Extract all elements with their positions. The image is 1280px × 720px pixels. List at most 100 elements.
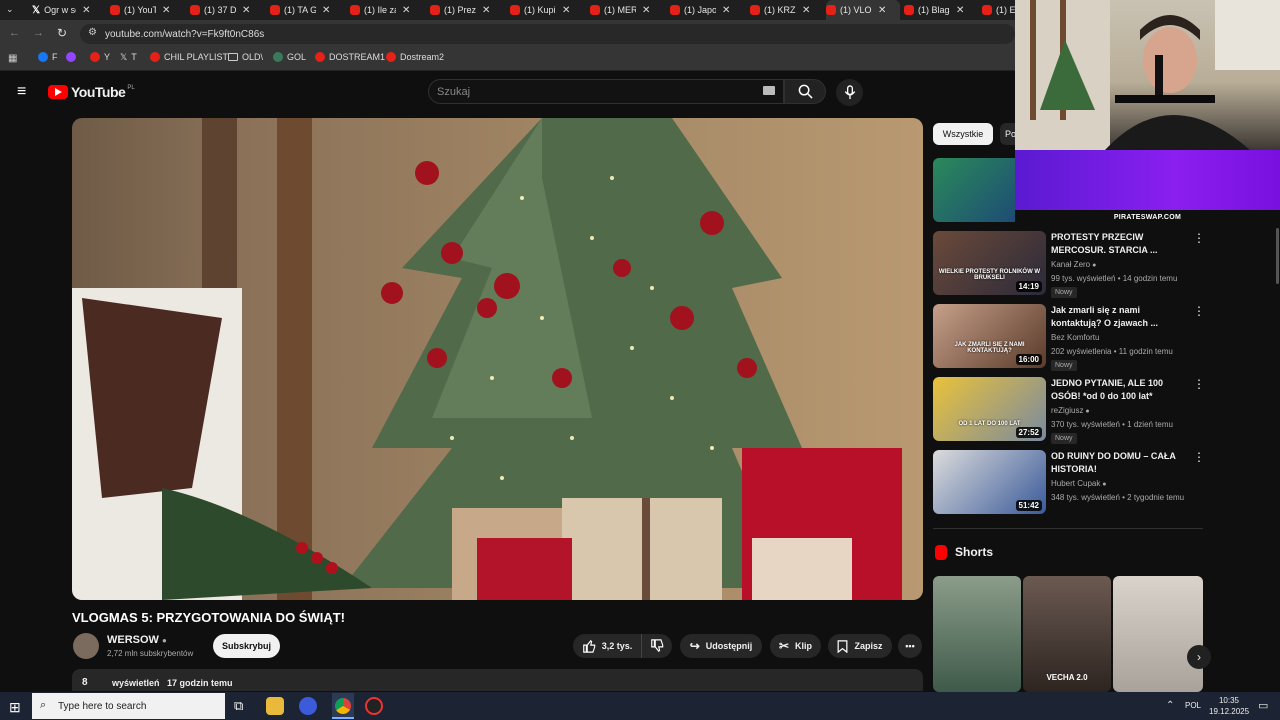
bookmark-label: GOL	[287, 52, 307, 62]
like-button[interactable]: 3,2 tys.	[573, 634, 641, 658]
bookmark-item[interactable]	[66, 52, 80, 62]
tab-close-icon[interactable]: ✕	[802, 5, 810, 16]
tab-close-icon[interactable]: ✕	[956, 5, 964, 16]
browser-tab[interactable]: (1) Blaga ✕	[904, 0, 978, 20]
page-scrollbar[interactable]	[1276, 228, 1279, 284]
channel-name[interactable]: WERSOW ●	[107, 634, 167, 646]
tab-close-icon[interactable]: ✕	[162, 5, 170, 16]
video-player[interactable]	[72, 118, 923, 600]
search-input[interactable]: Szukaj	[428, 79, 784, 104]
clip-button[interactable]: ✂ Klip	[770, 634, 821, 658]
recommendation-channel[interactable]: Bez Komfortu	[1051, 333, 1099, 342]
youtube-icon	[670, 5, 680, 15]
recommendation-channel[interactable]: reZigiusz ●	[1051, 406, 1090, 415]
recommendation-thumbnail[interactable]: 51:42	[933, 450, 1046, 514]
more-options-icon[interactable]: ⋮	[1193, 450, 1205, 464]
tab-close-icon[interactable]: ✕	[482, 5, 490, 16]
tab-close-icon[interactable]: ✕	[878, 5, 886, 16]
language-indicator[interactable]: POL	[1185, 701, 1201, 710]
file-explorer-icon[interactable]	[266, 697, 284, 715]
tab-close-icon[interactable]: ✕	[242, 5, 250, 16]
browser-tab[interactable]: (1) KRZY ✕	[750, 0, 824, 20]
browser-tab[interactable]: (1) Prezy ✕	[430, 0, 504, 20]
bookmark-label: OLD\	[242, 52, 264, 62]
browser-tab[interactable]: (1) TA GI ✕	[270, 0, 344, 20]
back-icon[interactable]: ←	[9, 27, 20, 39]
forward-icon[interactable]: →	[33, 27, 44, 39]
more-options-icon[interactable]: ⋮	[1193, 231, 1205, 245]
bookmark-item[interactable]: GOL	[273, 52, 306, 62]
clock[interactable]: 10:35 19.12.2025	[1209, 695, 1249, 717]
bookmark-item[interactable]: Y	[90, 52, 110, 62]
taskbar-search-input[interactable]: ⌕ Type here to search	[32, 693, 225, 719]
tray-chevron-icon[interactable]: ⌃	[1166, 700, 1174, 711]
tab-close-icon[interactable]: ✕	[402, 5, 410, 16]
tab-close-icon[interactable]: ✕	[722, 5, 730, 16]
channel-avatar[interactable]	[73, 633, 99, 659]
save-button[interactable]: Zapisz	[828, 634, 892, 658]
bookmark-item[interactable]: CHIL PLAYLIST	[150, 52, 228, 62]
recommendation-channel[interactable]: Kanał Zero ●	[1051, 260, 1096, 269]
tab-close-icon[interactable]: ✕	[82, 5, 90, 16]
keyboard-icon[interactable]	[763, 86, 775, 95]
app-icon[interactable]	[365, 697, 383, 715]
apps-grid-icon[interactable]: ▦	[8, 53, 17, 64]
browser-tab[interactable]: (1) Japor ✕	[670, 0, 744, 20]
short-caption: VECHA 2.0	[1046, 673, 1088, 682]
site-info-icon[interactable]: ⚙	[88, 27, 97, 38]
search-button[interactable]	[784, 79, 826, 104]
streamer-webcam-overlay	[1015, 0, 1280, 150]
browser-tab[interactable]: (1) 37 Dy ✕	[190, 0, 264, 20]
more-options-icon[interactable]: ⋮	[1193, 304, 1205, 318]
view-count-partial: 8	[82, 677, 88, 688]
short-item[interactable]	[1113, 576, 1203, 692]
recommendation-channel-name: Hubert Cupak	[1051, 479, 1101, 488]
tab-close-icon[interactable]: ✕	[562, 5, 570, 16]
recommendation-title[interactable]: PROTESTY PRZECIW MERCOSUR. STARCIA ...	[1051, 231, 1191, 257]
windows-start-icon[interactable]: ⊞	[9, 699, 21, 716]
browser-tab[interactable]: (1) VLOG ✕	[826, 0, 900, 20]
subscribe-button[interactable]: Subskrybuj	[213, 634, 280, 658]
short-item[interactable]: VECHA 2.0	[1023, 576, 1111, 692]
recommendation-title[interactable]: Jak zmarli się z nami kontaktują? O zjaw…	[1051, 304, 1191, 330]
more-actions-button[interactable]: •••	[898, 634, 922, 658]
region-code: PL	[127, 85, 135, 91]
bookmark-item[interactable]: 𝕏T	[120, 52, 137, 62]
chip-all[interactable]: Wszystkie	[933, 123, 993, 145]
share-button[interactable]: ↪ Udostępnij	[680, 634, 762, 658]
bookmark-item[interactable]: Dostream2	[386, 52, 444, 62]
browser-tab[interactable]: (1) E	[982, 0, 1015, 20]
youtube-logo[interactable]: YouTube PL	[48, 84, 135, 100]
shorts-next-button[interactable]: ›	[1187, 645, 1211, 669]
recommendation-title[interactable]: OD RUINY DO DOMU – CAŁA HISTORIA!	[1051, 450, 1191, 476]
address-bar[interactable]: ⚙ youtube.com/watch?v=Fk9ft0nC86s	[80, 24, 1015, 44]
tab-list-chevron-icon[interactable]: ⌄	[6, 4, 14, 15]
voice-search-button[interactable]	[836, 79, 863, 106]
recommendation-thumbnail[interactable]: JAK ZMARLI SIĘ Z NAMI KONTAKTUJĄ? 16:00	[933, 304, 1046, 368]
reload-icon[interactable]: ↻	[57, 26, 67, 40]
chip-second[interactable]: Po	[1000, 123, 1015, 145]
menu-hamburger-icon[interactable]: ≡	[17, 83, 26, 101]
recommendation-thumbnail[interactable]: WIELKIE PROTESTY ROLNIKÓW W BRUKSELI 14:1…	[933, 231, 1046, 295]
recommendation-channel[interactable]: Hubert Cupak ●	[1051, 479, 1107, 488]
recommendation-title[interactable]: JEDNO PYTANIE, ALE 100 OSÓB! *od 0 do 10…	[1051, 377, 1191, 403]
bookmark-item[interactable]: F	[38, 52, 58, 62]
task-view-icon[interactable]: ⧉	[234, 698, 243, 714]
recommendation-thumbnail[interactable]: OD 1 LAT DO 100 LAT 27:52	[933, 377, 1046, 441]
description-box[interactable]: 8 wyświetleń 17 godzin temu	[72, 669, 923, 691]
notifications-icon[interactable]: ▭	[1258, 699, 1268, 712]
browser-tab[interactable]: (1) MERC ✕	[590, 0, 664, 20]
short-item[interactable]	[933, 576, 1021, 692]
browser-tab[interactable]: 𝕏 Ogr w sc ✕	[32, 0, 106, 20]
browser-tab[interactable]: (1) Ile za ✕	[350, 0, 424, 20]
browser-tab[interactable]: (1) YouTu ✕	[110, 0, 184, 20]
browser-tab[interactable]: (1) Kupil ✕	[510, 0, 584, 20]
tab-close-icon[interactable]: ✕	[642, 5, 650, 16]
more-options-icon[interactable]: ⋮	[1193, 377, 1205, 391]
discord-icon[interactable]	[299, 697, 317, 715]
bookmark-item[interactable]: DOSTREAM1	[315, 52, 385, 62]
tab-close-icon[interactable]: ✕	[322, 5, 330, 16]
bookmark-item[interactable]: OLD\	[228, 52, 263, 62]
youtube-icon	[510, 5, 520, 15]
dislike-button[interactable]	[641, 634, 672, 658]
